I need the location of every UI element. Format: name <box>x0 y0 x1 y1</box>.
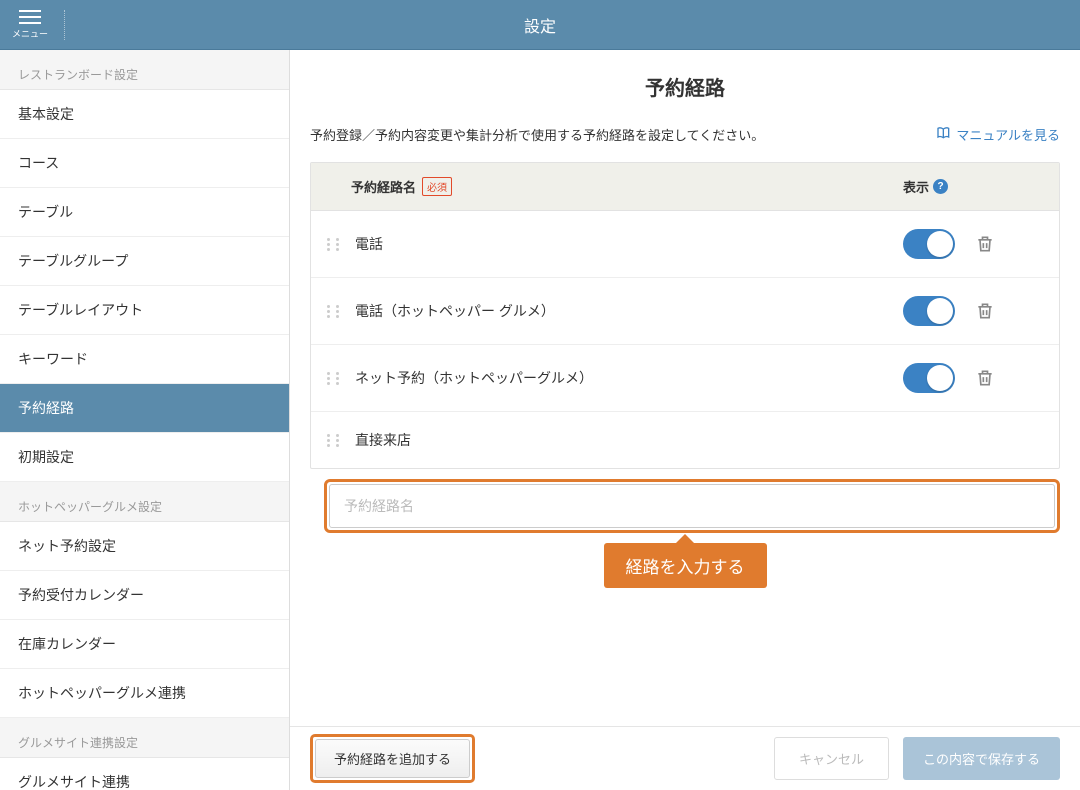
add-button-highlight: 予約経路を追加する <box>310 734 475 783</box>
page-title: 予約経路 <box>290 50 1080 111</box>
app-header: メニュー 設定 <box>0 0 1080 50</box>
sidebar-item[interactable]: ホットペッパーグルメ連携 <box>0 669 289 718</box>
drag-handle-icon[interactable] <box>327 430 343 450</box>
book-icon <box>936 125 952 144</box>
table-header: 予約経路名 必須 表示 ? <box>311 163 1059 211</box>
settings-sidebar: レストランボード設定基本設定コーステーブルテーブルグループテーブルレイアウトキー… <box>0 50 290 790</box>
route-name: 電話 <box>343 234 903 254</box>
required-badge: 必須 <box>422 177 452 196</box>
sidebar-section-label: レストランボード設定 <box>0 50 289 90</box>
table-row: 直接来店 <box>311 412 1059 468</box>
trash-icon[interactable] <box>975 367 995 389</box>
main-panel: 予約経路 予約登録／予約内容変更や集計分析で使用する予約経路を設定してください。… <box>290 50 1080 790</box>
sidebar-item[interactable]: ネット予約設定 <box>0 522 289 571</box>
row-controls <box>903 363 1043 393</box>
route-name: 電話（ホットペッパー グルメ） <box>343 301 903 321</box>
route-table: 予約経路名 必須 表示 ? 電話電話（ホットペッパー グルメ） ネット予約（ホット… <box>310 162 1060 469</box>
col-name-label: 予約経路名 <box>351 177 416 196</box>
display-toggle[interactable] <box>903 229 955 259</box>
header-title: 設定 <box>524 13 556 37</box>
add-route-button[interactable]: 予約経路を追加する <box>315 739 470 778</box>
route-name: 直接来店 <box>343 430 903 450</box>
menu-button[interactable]: メニュー <box>0 0 60 50</box>
header-divider <box>64 10 65 40</box>
sidebar-item[interactable]: 予約受付カレンダー <box>0 571 289 620</box>
input-callout: 経路を入力する <box>604 543 767 588</box>
cancel-button[interactable]: キャンセル <box>774 737 889 780</box>
sidebar-section-label: ホットペッパーグルメ設定 <box>0 482 289 522</box>
row-controls <box>903 296 1043 326</box>
trash-icon[interactable] <box>975 233 995 255</box>
hamburger-icon <box>19 10 41 24</box>
table-row: 電話（ホットペッパー グルメ） <box>311 278 1059 345</box>
drag-handle-icon[interactable] <box>327 368 343 388</box>
instruction-text: 予約登録／予約内容変更や集計分析で使用する予約経路を設定してください。 <box>310 125 764 144</box>
table-row: 電話 <box>311 211 1059 278</box>
sidebar-item[interactable]: キーワード <box>0 335 289 384</box>
table-row: ネット予約（ホットペッパーグルメ） <box>311 345 1059 412</box>
route-name: ネット予約（ホットペッパーグルメ） <box>343 368 903 388</box>
display-toggle[interactable] <box>903 296 955 326</box>
save-button[interactable]: この内容で保存する <box>903 737 1060 780</box>
sidebar-item[interactable]: 基本設定 <box>0 90 289 139</box>
sidebar-item[interactable]: テーブルグループ <box>0 237 289 286</box>
drag-handle-icon[interactable] <box>327 234 343 254</box>
drag-handle-icon[interactable] <box>327 301 343 321</box>
trash-icon[interactable] <box>975 300 995 322</box>
manual-link-label: マニュアルを見る <box>956 125 1060 144</box>
sidebar-item[interactable]: テーブル <box>0 188 289 237</box>
sidebar-item[interactable]: 初期設定 <box>0 433 289 482</box>
sidebar-item[interactable]: 予約経路 <box>0 384 289 433</box>
manual-link[interactable]: マニュアルを見る <box>936 125 1060 144</box>
footer-bar: 予約経路を追加する キャンセル この内容で保存する <box>290 726 1080 790</box>
sidebar-item[interactable]: 在庫カレンダー <box>0 620 289 669</box>
help-icon[interactable]: ? <box>933 179 948 194</box>
route-name-input[interactable] <box>329 484 1055 528</box>
display-toggle[interactable] <box>903 363 955 393</box>
menu-label: メニュー <box>12 27 48 40</box>
row-controls <box>903 229 1043 259</box>
col-display-label: 表示 <box>903 177 929 196</box>
sidebar-item[interactable]: グルメサイト連携 <box>0 758 289 790</box>
sidebar-item[interactable]: テーブルレイアウト <box>0 286 289 335</box>
sidebar-section-label: グルメサイト連携設定 <box>0 718 289 758</box>
route-input-highlight <box>324 479 1060 533</box>
sidebar-item[interactable]: コース <box>0 139 289 188</box>
